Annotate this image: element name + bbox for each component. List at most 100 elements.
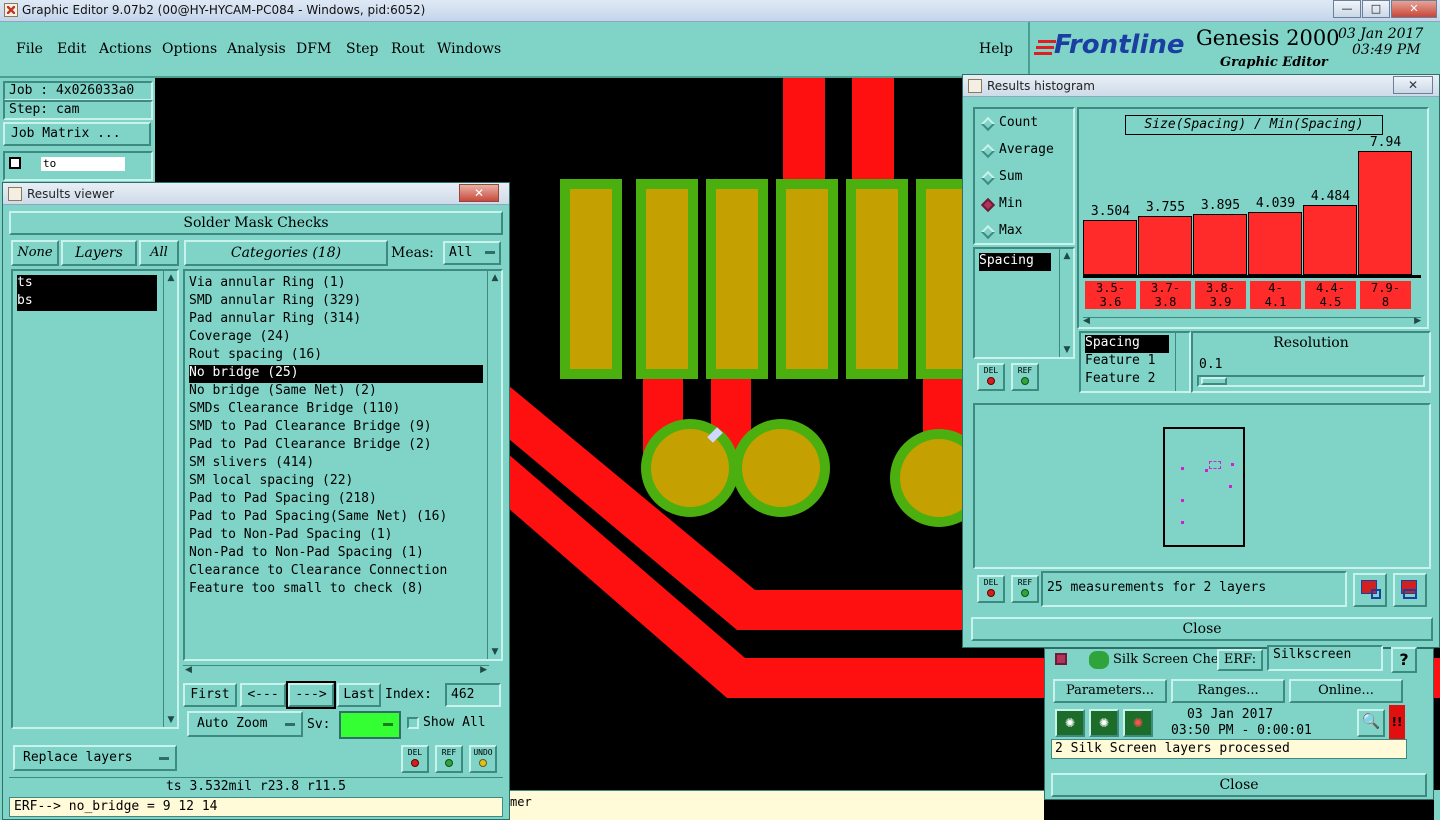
field-list-item[interactable]: Feature 1: [1085, 353, 1169, 371]
none-button[interactable]: None: [11, 240, 59, 266]
scroll-up-icon[interactable]: ▲: [488, 271, 501, 285]
zoom-to-board-button[interactable]: [1353, 573, 1387, 607]
field-list-item[interactable]: Spacing: [1085, 335, 1169, 353]
menu-edit[interactable]: Edit: [57, 41, 86, 57]
scroll-down-icon[interactable]: ▼: [1060, 343, 1074, 357]
layer-list-item[interactable]: bs: [17, 293, 157, 311]
category-list-item[interactable]: SM local spacing (22): [189, 473, 483, 491]
erf-label-button[interactable]: ERF:: [1217, 649, 1263, 671]
preview-del-button[interactable]: DEL: [977, 575, 1005, 603]
category-list-item[interactable]: SMDs Clearance Bridge (110): [189, 401, 483, 419]
zoom-to-result-button[interactable]: [1393, 573, 1427, 607]
scroll-left-icon[interactable]: ◀: [1083, 316, 1090, 326]
category-list-item[interactable]: No bridge (Same Net) (2): [189, 383, 483, 401]
layer-list-scrollbar[interactable]: ▲ ▼: [163, 271, 177, 727]
radio-sum-icon[interactable]: [980, 170, 996, 186]
categories-button[interactable]: Categories (18): [184, 240, 388, 266]
prev-button[interactable]: <---: [240, 683, 286, 707]
histogram-bar[interactable]: [1083, 220, 1137, 275]
ref-button[interactable]: REF: [435, 745, 463, 773]
histogram-close-button[interactable]: Close: [971, 617, 1433, 641]
results-histogram-close-x[interactable]: ✕: [1393, 76, 1433, 94]
erf-value-field[interactable]: Silkscreen: [1267, 645, 1383, 671]
zoom-button[interactable]: 🔍: [1357, 709, 1385, 737]
option-average-label[interactable]: Average: [999, 142, 1054, 157]
category-list-item[interactable]: Clearance to Clearance Connection: [189, 563, 483, 581]
scroll-right-icon[interactable]: ▶: [1414, 316, 1421, 326]
histogram-bar[interactable]: [1358, 151, 1412, 275]
measure-list-item[interactable]: Spacing: [979, 253, 1051, 271]
undo-button[interactable]: UNDO: [469, 745, 497, 773]
job-matrix-button[interactable]: Job Matrix ...: [3, 122, 151, 146]
layers-button[interactable]: Layers: [61, 240, 137, 266]
field-list[interactable]: Spacing Feature 1 Feature 2: [1079, 331, 1191, 393]
histogram-bar[interactable]: [1193, 214, 1247, 275]
category-list-item[interactable]: Non-Pad to Non-Pad Spacing (1): [189, 545, 483, 563]
category-list-item[interactable]: No bridge (25): [189, 365, 483, 383]
menu-options[interactable]: Options: [162, 41, 217, 57]
run-step-button[interactable]: ✺: [1089, 709, 1119, 737]
measure-list[interactable]: Spacing ▲ ▼: [973, 247, 1075, 359]
online-button[interactable]: Online...: [1289, 679, 1403, 703]
menu-file[interactable]: File: [16, 41, 43, 57]
scroll-right-icon[interactable]: ▶: [480, 665, 487, 675]
menu-dfm[interactable]: DFM: [296, 41, 331, 57]
menu-help[interactable]: Help: [979, 41, 1013, 57]
option-min-label[interactable]: Min: [999, 196, 1022, 211]
histogram-bar[interactable]: [1138, 216, 1192, 275]
radio-max-icon[interactable]: [980, 224, 996, 240]
category-list-item[interactable]: SM slivers (414): [189, 455, 483, 473]
hist-del-button[interactable]: DEL: [977, 363, 1005, 391]
layer-list[interactable]: ts bs ▲ ▼: [11, 269, 179, 729]
replace-layers-dropdown[interactable]: Replace layers: [13, 745, 177, 771]
minimize-button[interactable]: —: [1333, 0, 1361, 18]
category-list-item[interactable]: Via annular Ring (1): [189, 275, 483, 293]
show-all-checkbox[interactable]: [407, 717, 419, 729]
slider-handle[interactable]: [1201, 377, 1227, 385]
option-sum-label[interactable]: Sum: [999, 169, 1022, 184]
resolution-slider[interactable]: [1197, 375, 1425, 387]
scroll-up-icon[interactable]: ▲: [1060, 249, 1074, 263]
silk-check-checkbox[interactable]: [1055, 653, 1067, 665]
category-list-item[interactable]: Pad to Pad Clearance Bridge (2): [189, 437, 483, 455]
scroll-up-icon[interactable]: ▲: [164, 271, 178, 285]
parameters-button[interactable]: Parameters...: [1053, 679, 1167, 703]
category-list-item[interactable]: Coverage (24): [189, 329, 483, 347]
help-button[interactable]: ?: [1391, 647, 1417, 673]
menu-actions[interactable]: Actions: [99, 41, 152, 57]
category-list-item[interactable]: SMD to Pad Clearance Bridge (9): [189, 419, 483, 437]
scroll-down-icon[interactable]: ▼: [164, 713, 178, 727]
radio-average-icon[interactable]: [980, 143, 996, 159]
field-list-item[interactable]: Feature 2: [1085, 371, 1169, 389]
meas-dropdown[interactable]: All: [443, 241, 501, 265]
field-list-scrollbar[interactable]: [1175, 333, 1189, 391]
run-stop-button[interactable]: ✺: [1123, 709, 1153, 737]
radio-count-icon[interactable]: [980, 116, 996, 132]
preview-area[interactable]: [973, 403, 1431, 569]
all-button[interactable]: All: [139, 240, 179, 266]
category-list-item[interactable]: Pad to Pad Spacing(Same Net) (16): [189, 509, 483, 527]
results-viewer-close[interactable]: ✕: [459, 184, 499, 202]
measure-list-scrollbar[interactable]: ▲ ▼: [1059, 249, 1073, 357]
del-button[interactable]: DEL: [401, 745, 429, 773]
maximize-button[interactable]: □: [1362, 0, 1390, 18]
layer-name-field[interactable]: to: [41, 157, 125, 171]
histogram-bar[interactable]: [1303, 205, 1357, 275]
menu-rout[interactable]: Rout: [391, 41, 425, 57]
category-list-item[interactable]: SMD annular Ring (329): [189, 293, 483, 311]
category-list-item[interactable]: Pad to Pad Spacing (218): [189, 491, 483, 509]
auto-zoom-dropdown[interactable]: Auto Zoom: [187, 711, 303, 737]
first-button[interactable]: First: [183, 683, 237, 707]
category-hscroll[interactable]: ◀ ▶: [183, 665, 489, 677]
scroll-down-icon[interactable]: ▼: [488, 645, 501, 659]
chart-hscroll[interactable]: ◀ ▶: [1083, 316, 1421, 327]
category-list-item[interactable]: Feature too small to check (8): [189, 581, 483, 599]
index-input[interactable]: 462: [445, 683, 501, 707]
category-list-item[interactable]: Rout spacing (16): [189, 347, 483, 365]
histogram-bar[interactable]: [1248, 212, 1302, 275]
menu-analysis[interactable]: Analysis: [227, 41, 286, 57]
next-button[interactable]: --->: [286, 681, 336, 709]
option-count-label[interactable]: Count: [999, 115, 1038, 130]
layer-list-item[interactable]: ts: [17, 275, 157, 293]
category-list[interactable]: Via annular Ring (1) SMD annular Ring (32…: [183, 269, 503, 661]
